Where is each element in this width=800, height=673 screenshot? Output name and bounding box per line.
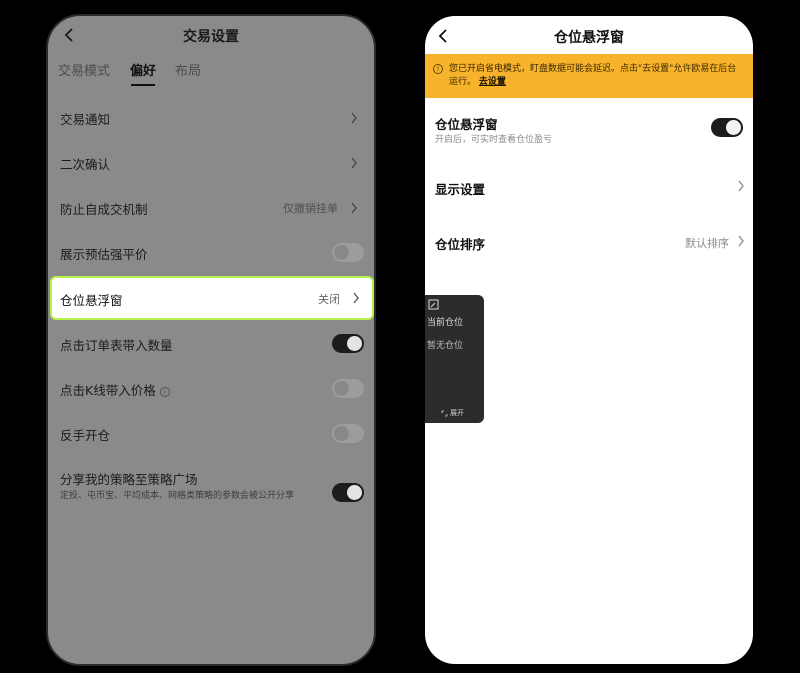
- setting-description: 开启后，可实时查看仓位盈亏: [435, 135, 553, 145]
- active-tab-indicator: [131, 84, 155, 86]
- setting-value: 关闭: [318, 293, 340, 306]
- banner-text: 您已开启省电模式，盯盘数据可能会延迟。点击"去设置"允许欧易在后台运行。 去设置: [449, 63, 741, 89]
- settings-tabs: 交易模式 偏好 布局: [48, 60, 374, 92]
- power-saving-warning-banner: ! 您已开启省电模式，盯盘数据可能会延迟。点击"去设置"允许欧易在后台运行。 去…: [425, 54, 753, 98]
- left-phone-screen: 交易设置 交易模式 偏好 布局 交易通知 二次确认 防止自成交机制 仅撤销挂单 …: [46, 14, 376, 666]
- setting-row-position-float-window: 仓位悬浮窗 开启后，可实时查看仓位盈亏: [425, 108, 753, 158]
- expand-icon: [441, 410, 448, 416]
- setting-label: 交易通知: [60, 112, 111, 127]
- float-widget-expand-button[interactable]: 展开: [441, 408, 464, 418]
- setting-value: 默认排序: [685, 237, 729, 250]
- chevron-right-icon: [351, 157, 357, 169]
- toggle-knob: [726, 120, 741, 135]
- setting-row-kline-price: 点击K线带入价格 i: [48, 367, 374, 411]
- setting-label-text: 点击K线带入价格: [60, 383, 156, 398]
- setting-row-display-settings[interactable]: 显示设置: [425, 174, 753, 214]
- reverse-position-toggle[interactable]: [332, 424, 364, 443]
- setting-label: 防止自成交机制: [60, 202, 148, 217]
- setting-label: 仓位悬浮窗: [435, 117, 498, 132]
- toggle-knob: [347, 485, 362, 500]
- kline-price-toggle[interactable]: [332, 379, 364, 398]
- toggle-knob: [334, 426, 349, 441]
- setting-row-position-float-window[interactable]: 仓位悬浮窗 关闭: [50, 276, 374, 320]
- setting-label: 点击订单表带入数量: [60, 338, 173, 353]
- setting-label: 二次确认: [60, 157, 111, 172]
- go-settings-link[interactable]: 去设置: [479, 77, 506, 87]
- chevron-right-icon: [353, 292, 359, 304]
- setting-row-estimated-liq-price: 展示预估强平价: [48, 231, 374, 275]
- setting-label: 分享我的策略至策略广场: [60, 472, 198, 487]
- setting-label: 仓位排序: [435, 237, 486, 252]
- chevron-right-icon: [738, 180, 744, 192]
- chevron-right-icon: [351, 202, 357, 214]
- right-phone-screen: 仓位悬浮窗 ! 您已开启省电模式，盯盘数据可能会延迟。点击"去设置"允许欧易在后…: [425, 16, 753, 664]
- chevron-right-icon: [738, 235, 744, 247]
- share-strategy-toggle[interactable]: [332, 483, 364, 502]
- setting-label: 展示预估强平价: [60, 247, 148, 262]
- setting-row-position-sorting[interactable]: 仓位排序 默认排序: [425, 229, 753, 269]
- tab-trade-mode[interactable]: 交易模式: [58, 60, 110, 79]
- setting-label: 显示设置: [435, 182, 486, 197]
- expand-label: 展开: [450, 409, 464, 417]
- order-book-quantity-toggle[interactable]: [332, 334, 364, 353]
- collapse-window-icon[interactable]: [428, 299, 439, 310]
- liq-price-toggle[interactable]: [332, 243, 364, 262]
- setting-label: 点击K线带入价格 i: [60, 380, 170, 399]
- setting-label: 仓位悬浮窗: [60, 293, 123, 308]
- warning-icon: !: [433, 64, 443, 74]
- float-widget-empty-text: 暂无仓位: [427, 341, 464, 351]
- tab-layout[interactable]: 布局: [175, 60, 201, 79]
- tab-preferences[interactable]: 偏好: [130, 60, 156, 79]
- setting-row-self-trade-prevention[interactable]: 防止自成交机制 仅撤销挂单: [48, 186, 374, 230]
- setting-row-trade-notification[interactable]: 交易通知: [48, 96, 374, 140]
- float-widget-title: 当前仓位: [427, 318, 464, 328]
- toggle-knob: [334, 381, 349, 396]
- setting-label: 反手开仓: [60, 428, 111, 443]
- setting-row-double-confirm[interactable]: 二次确认: [48, 141, 374, 185]
- chevron-right-icon: [351, 112, 357, 124]
- setting-row-share-strategy: 分享我的策略至策略广场 定投、屯币宝、平均成本、网格类策略的参数会被公开分享: [48, 457, 374, 521]
- page-title: 交易设置: [183, 29, 239, 45]
- page-title: 仓位悬浮窗: [554, 30, 624, 46]
- toggle-knob: [334, 245, 349, 260]
- float-window-toggle[interactable]: [711, 118, 743, 137]
- setting-value: 仅撤销挂单: [283, 202, 338, 215]
- setting-row-reverse-position: 反手开仓: [48, 412, 374, 456]
- info-icon[interactable]: i: [159, 386, 170, 397]
- position-float-widget[interactable]: 当前仓位 暂无仓位 展开: [425, 295, 484, 423]
- left-header: 交易设置: [48, 16, 374, 56]
- setting-description: 定投、屯币宝、平均成本、网格类策略的参数会被公开分享: [60, 491, 295, 501]
- toggle-knob: [347, 336, 362, 351]
- setting-row-order-book-quantity: 点击订单表带入数量: [48, 322, 374, 366]
